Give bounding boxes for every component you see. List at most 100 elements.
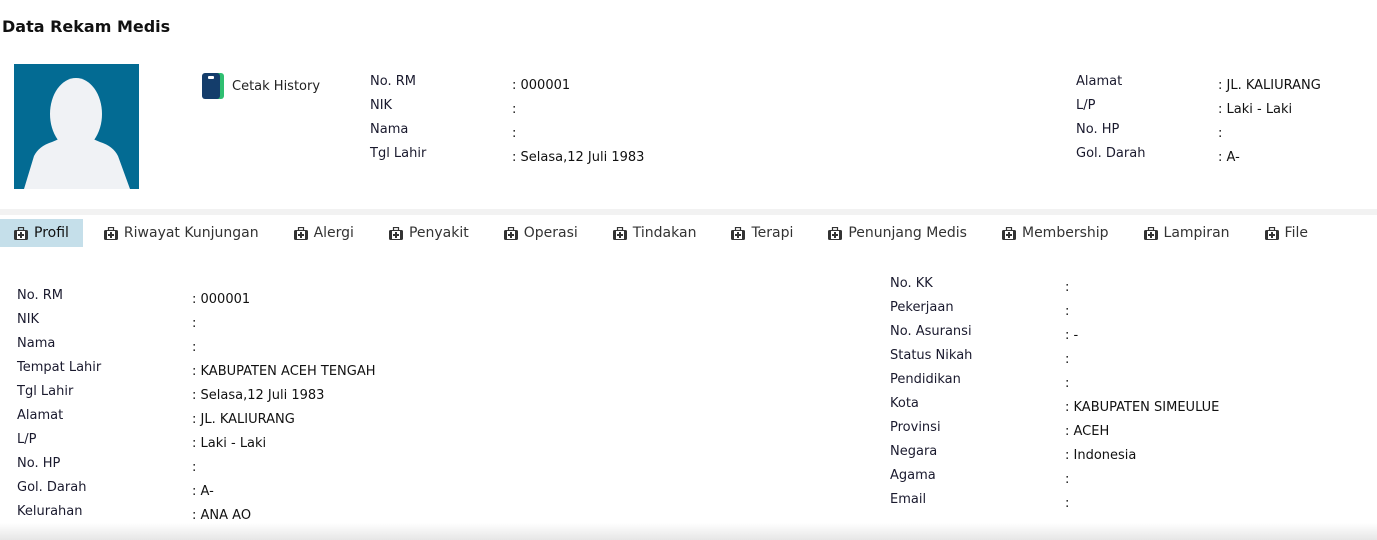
field-value: : [1065,472,1070,487]
field-label: Gol. Darah [17,480,87,495]
field-value: : KABUPATEN SIMEULUE [1065,400,1220,415]
tab-terapi[interactable]: Terapi [717,219,807,247]
field-label: Email [890,492,927,507]
tab-penunjang-medis[interactable]: Penunjang Medis [814,219,981,247]
medical-kit-icon [731,226,746,240]
info-row: No. RM: 000001 [17,288,617,312]
field-label: Status Nikah [890,348,973,363]
field-label: No. HP [17,456,61,471]
info-row: No. RM: 000001 [370,74,770,98]
info-row: Agama: [890,468,1370,492]
field-label: Tgl Lahir [370,146,427,161]
field-label: L/P [1076,98,1096,113]
medical-kit-icon [388,226,403,240]
field-label: Negara [890,444,938,459]
info-row: Status Nikah: [890,348,1370,372]
info-row: No. KK: [890,276,1370,300]
field-value: : [1065,304,1070,319]
field-value: : [1065,376,1070,391]
field-value: : 000001 [192,292,251,307]
tab-label: Riwayat Kunjungan [123,225,259,241]
field-label: Pekerjaan [890,300,954,315]
tab-lampiran[interactable]: Lampiran [1130,219,1244,247]
header-info-left: No. RM: 000001 NIK: Nama: Tgl Lahir: Selasa… [370,74,770,170]
field-label: Kelurahan [17,504,83,519]
field-label: NIK [370,98,393,113]
info-row: Alamat: JL. KALIURANG [17,408,617,432]
field-label: NIK [17,312,40,327]
tab-bar: Profil Riwayat Kunjungan Alergi Penyakit Ope… [0,219,1329,247]
info-row: Kota : KABUPATEN SIMEULUE [890,396,1370,420]
medical-kit-icon [1143,226,1158,240]
field-label: Agama [890,468,936,483]
field-label: No. Asuransi [890,324,972,339]
field-label: Pendidikan [890,372,961,387]
tab-alergi[interactable]: Alergi [280,219,368,247]
field-label: Nama [370,122,409,137]
cetak-history-button[interactable]: Cetak History [202,73,320,99]
field-label: Nama [17,336,56,351]
info-row: L/P: Laki - Laki [1076,98,1376,122]
field-value: : A- [192,484,214,499]
field-value: : JL. KALIURANG [1218,78,1321,93]
info-row: Kelurahan: ANA AO [17,504,617,523]
print-book-icon [202,73,224,99]
field-value: : [512,126,517,141]
field-label: Gol. Darah [1076,146,1146,161]
info-row: Gol. Darah: A- [1076,146,1376,170]
user-placeholder-icon [24,78,130,189]
field-value: : Indonesia [1065,448,1137,463]
info-row: Tgl Lahir: Selasa,12 Juli 1983 [17,384,617,408]
tab-label: Operasi [523,225,578,241]
tab-label: Terapi [751,225,794,241]
tab-label: Membership [1021,225,1109,241]
info-row: Pendidikan: [890,372,1370,396]
cetak-history-label: Cetak History [232,78,321,94]
field-label: Tgl Lahir [17,384,74,399]
field-label: Tempat Lahir [17,360,102,375]
field-value: : ACEH [1065,424,1110,439]
field-value: : [192,316,197,331]
info-row: Email: [890,492,1370,516]
tab-penyakit[interactable]: Penyakit [375,219,483,247]
tab-riwayat-kunjungan[interactable]: Riwayat Kunjungan [90,219,273,247]
tab-profil[interactable]: Profil [0,219,83,247]
field-label: Provinsi [890,420,941,435]
tab-membership[interactable]: Membership [988,219,1123,247]
tab-label: Tindakan [632,225,697,241]
field-label: No. HP [1076,122,1120,137]
tab-label: Alergi [313,225,354,241]
field-value: : [1065,352,1070,367]
header-info-right: Alamat : JL. KALIURANG L/P: Laki - Laki No.… [1076,74,1376,170]
medical-kit-icon [503,226,518,240]
field-label: Kota [890,396,919,411]
bottom-shadow [0,523,1377,540]
medical-kit-icon [103,226,118,240]
medical-kit-icon [1001,226,1016,240]
info-row: Negara : Indonesia [890,444,1370,468]
tab-label: Penunjang Medis [848,225,967,241]
avatar [14,64,139,189]
field-label: Alamat [1076,74,1123,89]
medical-kit-icon [14,226,28,240]
info-row: Tgl Lahir: Selasa,12 Juli 1983 [370,146,770,170]
tab-label: File [1284,225,1308,241]
field-value: : [1218,126,1223,141]
tab-label: Profil [34,225,69,241]
info-row: Provinsi : ACEH [890,420,1370,444]
tab-label: Penyakit [408,225,469,241]
info-row: Gol. Darah : A- [17,480,617,504]
divider [0,209,1377,215]
info-row: Tempat Lahir: KABUPATEN ACEH TENGAH [17,360,617,384]
tab-tindakan[interactable]: Tindakan [599,219,711,247]
field-value: : [192,460,197,475]
info-row: Nama: [17,336,617,360]
info-row: Nama: [370,122,770,146]
field-value: : - [1065,328,1079,343]
page-title: Data Rekam Medis [2,17,171,36]
field-value: : [512,102,517,117]
tab-operasi[interactable]: Operasi [490,219,592,247]
tab-file[interactable]: File [1251,219,1322,247]
tab-label: Lampiran [1163,225,1230,241]
info-row: L/P: Laki - Laki [17,432,617,456]
